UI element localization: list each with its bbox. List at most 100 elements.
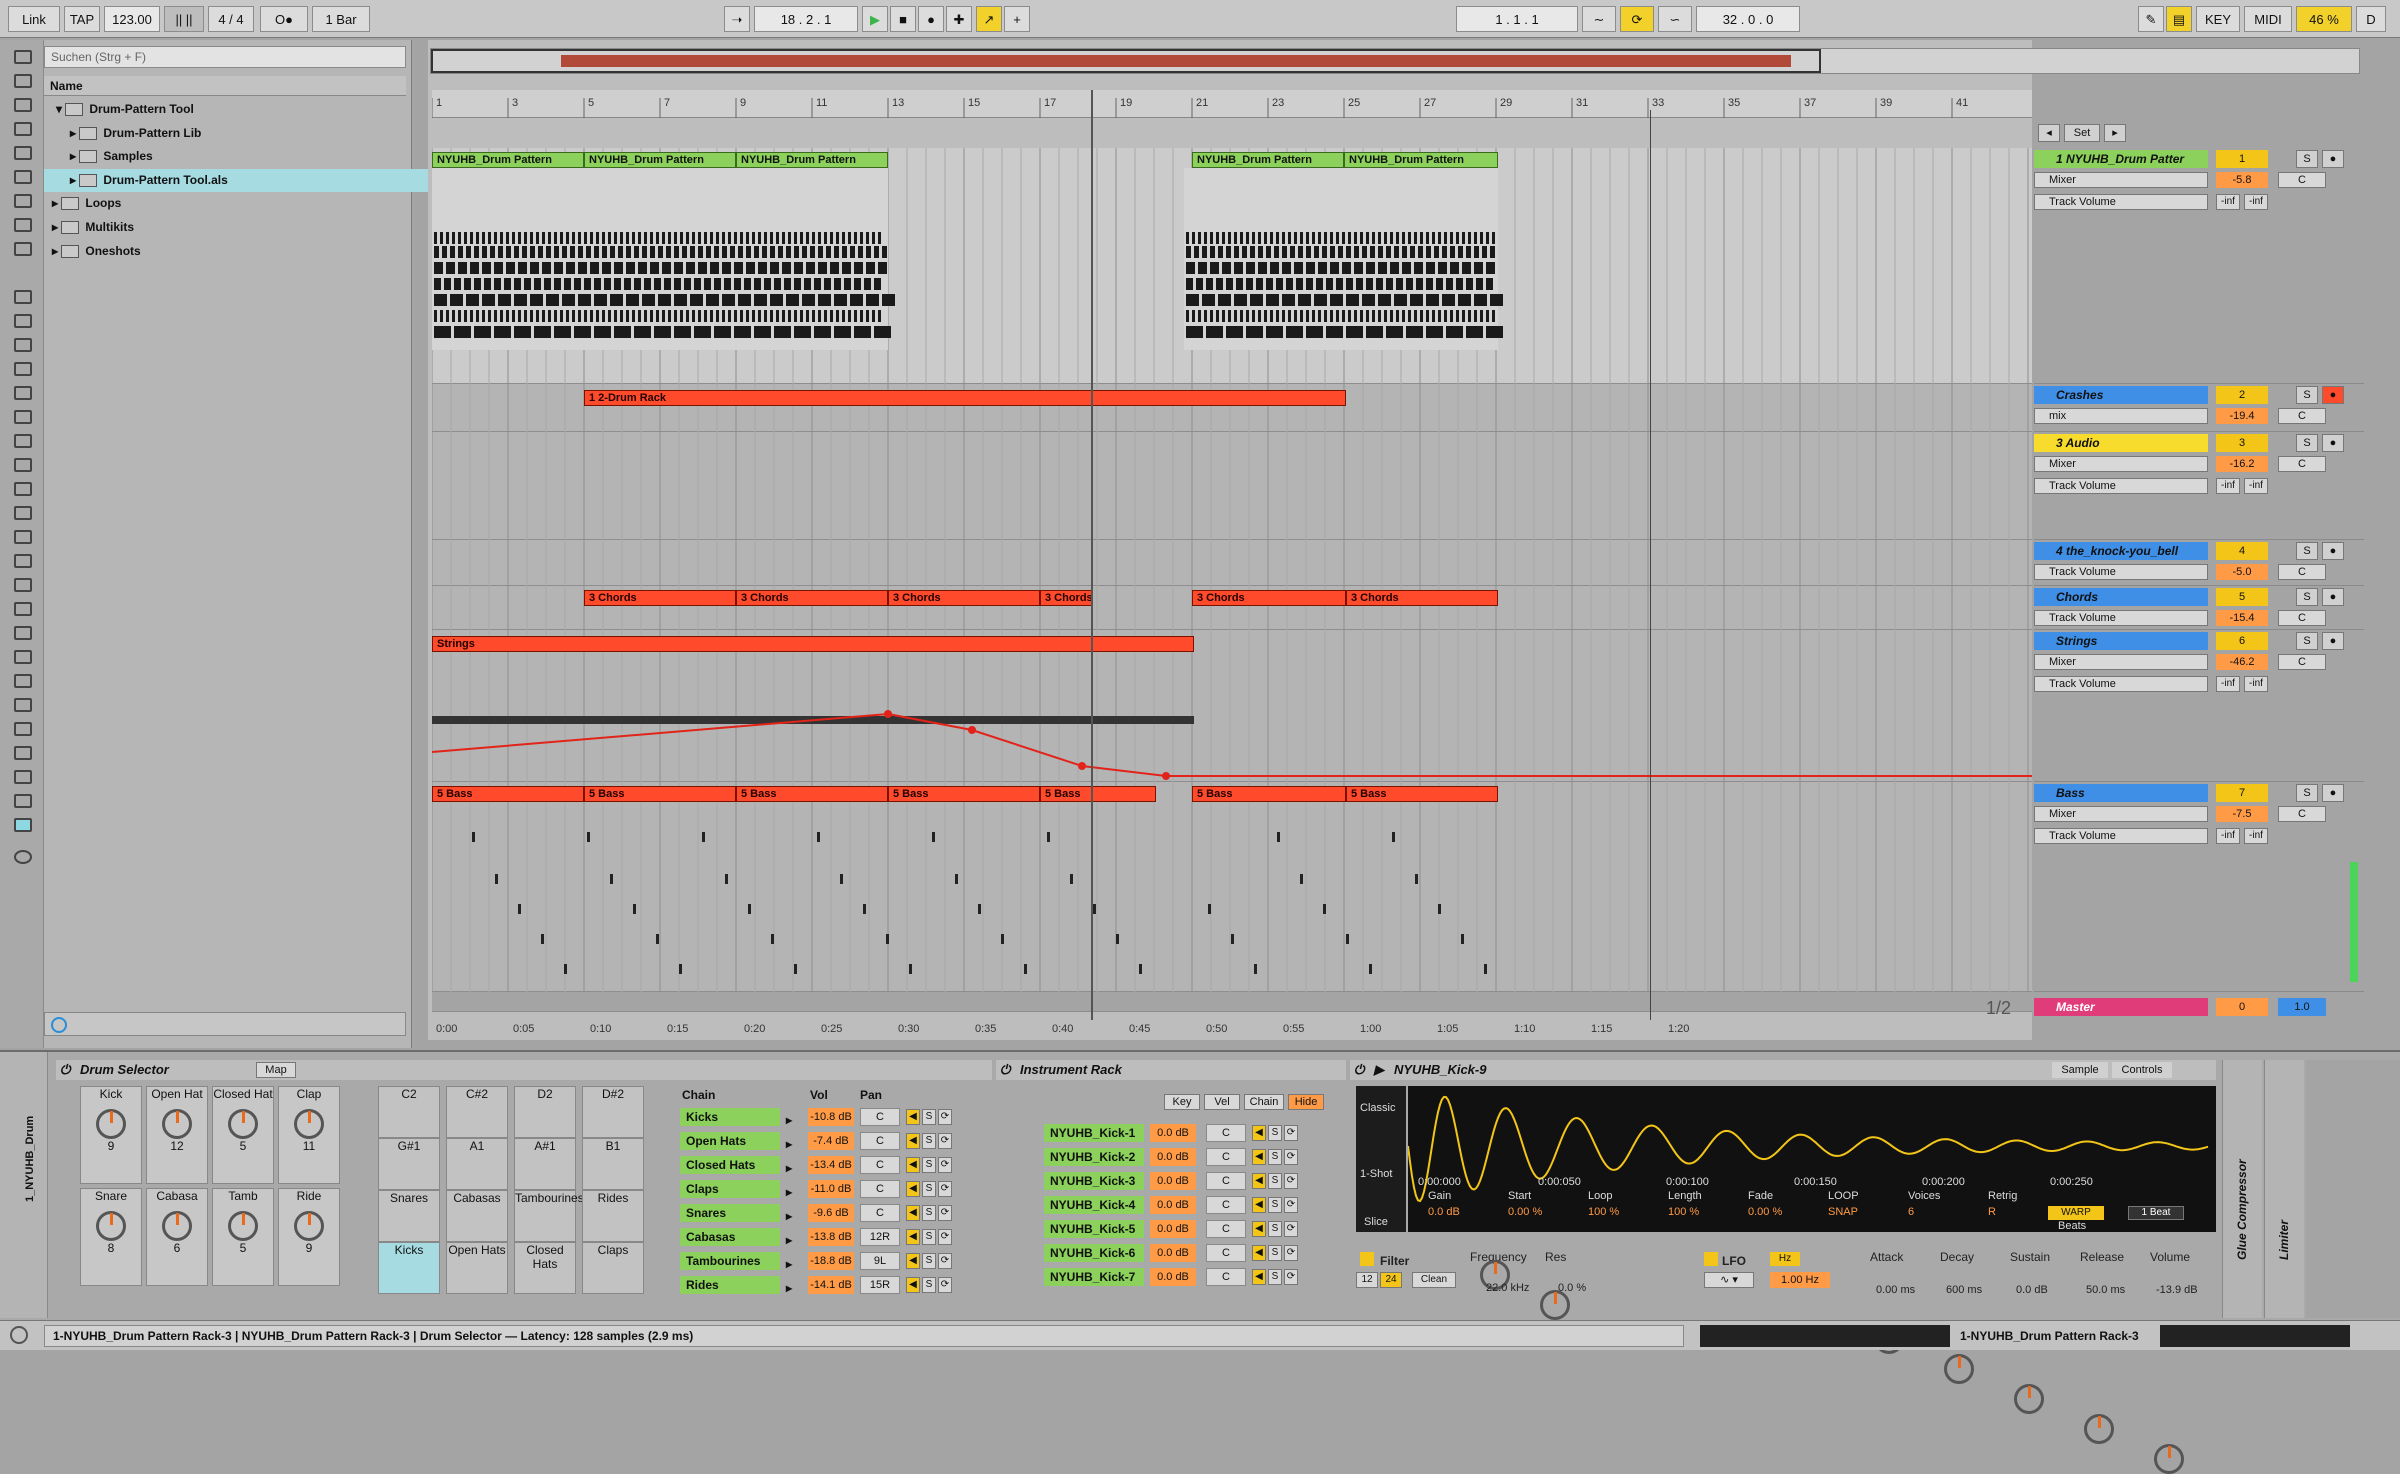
chain-volume[interactable]: -11.0 dB	[808, 1180, 854, 1198]
speaker-icon[interactable]: ◀	[906, 1277, 920, 1293]
solo-button[interactable]: S	[1268, 1173, 1282, 1189]
drum-pad[interactable]: D#2	[582, 1086, 644, 1138]
chain-volume[interactable]: 0.0 dB	[1150, 1148, 1196, 1166]
place-folder-icon[interactable]	[14, 626, 32, 640]
chain-pan[interactable]: 12R	[860, 1228, 900, 1246]
track-volume[interactable]: -5.0	[2216, 564, 2268, 580]
lfo-rate-value[interactable]: 1.00 Hz	[1770, 1272, 1830, 1288]
chain-pan[interactable]: C	[1206, 1268, 1246, 1286]
place-folder-icon[interactable]	[14, 386, 32, 400]
lfo-toggle[interactable]	[1704, 1252, 1718, 1266]
hot-swap-icon[interactable]: ⟳	[938, 1229, 952, 1245]
place-folder-icon[interactable]	[14, 482, 32, 496]
device-power-icon[interactable]: ⏻	[1354, 1060, 1364, 1080]
mode-slice[interactable]: Slice	[1364, 1216, 1388, 1228]
chain-row[interactable]: Open Hats ▸ -7.4 dB C ◀ S ⟳	[680, 1130, 990, 1152]
loop-switch-icon[interactable]: ⟳	[1620, 6, 1654, 32]
hot-swap-icon[interactable]: ⟳	[938, 1133, 952, 1149]
drum-pad[interactable]: Claps	[582, 1242, 644, 1294]
device-power-icon[interactable]: ⏻	[60, 1060, 70, 1080]
chain-name[interactable]: NYUHB_Kick-3	[1044, 1172, 1144, 1190]
track-header-master[interactable]: Master 0 1.0	[2034, 996, 2364, 1020]
chain-row[interactable]: Rides ▸ -14.1 dB 15R ◀ S ⟳	[680, 1274, 990, 1296]
add-folder-icon[interactable]	[14, 850, 32, 864]
track-activator[interactable]: 5	[2216, 588, 2268, 606]
chain-volume[interactable]: 0.0 dB	[1150, 1124, 1196, 1142]
simpler-param-value[interactable]: R	[1988, 1206, 1996, 1218]
chain-name[interactable]: NYUHB_Kick-2	[1044, 1148, 1144, 1166]
simpler-param-value[interactable]: 0.00 %	[1508, 1206, 1542, 1218]
lfo-wave-select[interactable]: ∿ ▾	[1704, 1272, 1754, 1288]
track-volume[interactable]: -46.2	[2216, 654, 2268, 670]
solo-button[interactable]: S	[922, 1181, 936, 1197]
chain-volume[interactable]: 0.0 dB	[1150, 1196, 1196, 1214]
mode-classic[interactable]: Classic	[1360, 1102, 1395, 1114]
device-chooser[interactable]: Mixer	[2034, 806, 2208, 822]
warp-button[interactable]: WARP	[2048, 1206, 2104, 1220]
simpler-param-value[interactable]: 0.0 dB	[1428, 1206, 1460, 1218]
info-view-icon[interactable]	[10, 1326, 28, 1344]
macro-pad[interactable]: Kick 9	[80, 1086, 142, 1184]
chain-name[interactable]: Claps	[680, 1180, 780, 1198]
rack-chain-row[interactable]: NYUHB_Kick-1 0.0 dB C ◀ S ⟳	[1044, 1122, 1354, 1144]
track-volume[interactable]: -19.4	[2216, 408, 2268, 424]
hot-swap-icon[interactable]: ⟳	[938, 1277, 952, 1293]
track-name[interactable]: 3 Audio	[2034, 434, 2208, 452]
clip-drum-pattern[interactable]: NYUHB_Drum Pattern	[1344, 152, 1498, 168]
track-activator[interactable]: 7	[2216, 784, 2268, 802]
macro-pad[interactable]: Cabasa 6	[146, 1188, 208, 1286]
user-library-icon[interactable]	[14, 314, 32, 328]
track-header-1[interactable]: 1 NYUHB_Drum Patter 1 S ● Mixer Track Vo…	[2034, 148, 2364, 384]
chain-volume[interactable]: 0.0 dB	[1150, 1220, 1196, 1238]
chain-volume[interactable]: 0.0 dB	[1150, 1244, 1196, 1262]
place-folder-icon[interactable]	[14, 698, 32, 712]
chain-play-icon[interactable]: ▸	[786, 1277, 792, 1299]
track-name[interactable]: 1 NYUHB_Drum Patter	[2034, 150, 2208, 168]
macro-pad[interactable]: Tamb 5	[212, 1188, 274, 1286]
chain-pan[interactable]: C	[860, 1180, 900, 1198]
hot-swap-icon[interactable]: ⟳	[938, 1205, 952, 1221]
chain-pan[interactable]: C	[860, 1132, 900, 1150]
loop-length-field[interactable]: 32 . 0 . 0	[1696, 6, 1800, 32]
tempo-field[interactable]: 123.00	[104, 6, 160, 32]
master-volume[interactable]: 1.0	[2278, 998, 2326, 1016]
chain-pan[interactable]: C	[860, 1156, 900, 1174]
place-folder-icon[interactable]	[14, 410, 32, 424]
browser-item[interactable]: ▸ Oneshots	[44, 240, 414, 263]
solo-button[interactable]: S	[1268, 1149, 1282, 1165]
track-activator[interactable]: 2	[2216, 386, 2268, 404]
stop-icon[interactable]: ■	[890, 6, 916, 32]
chain-volume[interactable]: -14.1 dB	[808, 1276, 854, 1294]
device-power-icon[interactable]: ⏻	[1000, 1060, 1010, 1080]
track-activator[interactable]: 1	[2216, 150, 2268, 168]
arrangement-overview[interactable]	[430, 48, 2360, 74]
plugins-icon[interactable]	[14, 194, 32, 208]
vel-zone-button[interactable]: Vel	[1204, 1094, 1240, 1110]
place-folder-icon[interactable]	[14, 554, 32, 568]
tap-tempo-button[interactable]: TAP	[64, 6, 100, 32]
link-button[interactable]: Link	[8, 6, 60, 32]
clip-chords[interactable]: 3 Chords	[1346, 590, 1498, 606]
browser-preview-bar[interactable]	[44, 1012, 406, 1036]
envelope-knob[interactable]	[1944, 1354, 1974, 1384]
drum-pad[interactable]: Tambourines	[514, 1190, 584, 1242]
chain-volume[interactable]: -10.8 dB	[808, 1108, 854, 1126]
warp-beats-value[interactable]: 1 Beat	[2128, 1206, 2184, 1220]
track-activator[interactable]: 6	[2216, 632, 2268, 650]
hot-swap-icon[interactable]: ⟳	[1284, 1149, 1298, 1165]
chain-play-icon[interactable]: ▸	[786, 1157, 792, 1179]
track-name[interactable]: Bass	[2034, 784, 2208, 802]
key-map-button[interactable]: KEY	[2196, 6, 2240, 32]
speaker-icon[interactable]: ◀	[1252, 1269, 1266, 1285]
speaker-icon[interactable]: ◀	[906, 1253, 920, 1269]
solo-button[interactable]: S	[2296, 386, 2318, 404]
chain-pan[interactable]: C	[1206, 1220, 1246, 1238]
envelope-knob[interactable]	[2084, 1414, 2114, 1444]
clip-bass[interactable]: 5 Bass	[1346, 786, 1498, 802]
chain-volume[interactable]: 0.0 dB	[1150, 1268, 1196, 1286]
chain-name[interactable]: Closed Hats	[680, 1156, 780, 1174]
draw-mode-icon[interactable]: ✎	[2138, 6, 2164, 32]
chain-pan[interactable]: 9L	[860, 1252, 900, 1270]
speaker-icon[interactable]: ◀	[1252, 1149, 1266, 1165]
filter-slope-24[interactable]: 24	[1380, 1272, 1402, 1288]
